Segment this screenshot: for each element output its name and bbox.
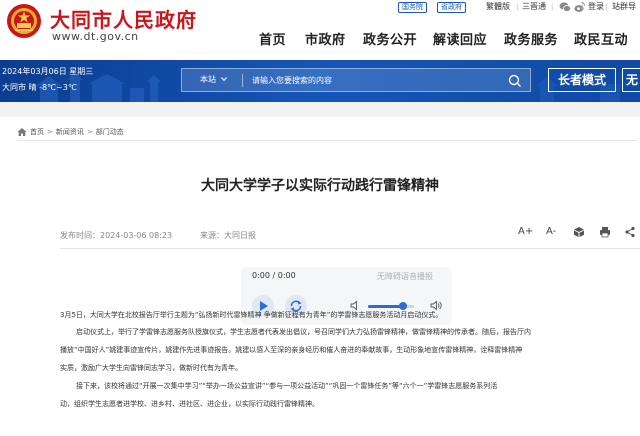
search-divider bbox=[242, 74, 243, 87]
wechat-icon[interactable] bbox=[559, 1, 571, 13]
search-input[interactable] bbox=[252, 72, 492, 88]
separator: | bbox=[551, 3, 554, 11]
national-emblem-icon bbox=[7, 4, 41, 38]
breadcrumb-separator: > bbox=[47, 128, 53, 136]
nav-home[interactable]: 首页 bbox=[259, 29, 286, 48]
search-scope-select[interactable]: 本站 bbox=[200, 74, 216, 85]
nav-city-gov[interactable]: 市政府 bbox=[305, 29, 346, 48]
state-council-link[interactable]: 国务院 bbox=[398, 2, 427, 13]
top-banner: 2024年03月06日 星期三 大同市 晴 -8℃~3℃ 本站 长者模式 无 bbox=[0, 60, 640, 102]
share-icon[interactable] bbox=[573, 226, 585, 238]
separator: | bbox=[581, 3, 584, 11]
player-label: 无障碍语音播报 bbox=[377, 272, 433, 281]
article-paragraph: 动，组织学生志愿者进学校、进乡村、进社区、进企业，以实际行动践行雷锋精神。 bbox=[60, 400, 319, 408]
nav-gov-affairs-open[interactable]: 政务公开 bbox=[363, 29, 417, 48]
elder-mode-button[interactable]: 长者模式 bbox=[548, 68, 616, 92]
article-paragraph: 实质，激励广大学生向雷锋同志学习，做新时代有为青年。 bbox=[60, 364, 242, 372]
site-url[interactable]: www.dt.gov.cn bbox=[52, 30, 139, 43]
current-date: 2024年03月06日 星期三 bbox=[2, 67, 94, 76]
article-paragraph: 播放“中国好人”姚建事迹宣传片，姚建作先进事迹报告。姚建以感人至深的亲身经历和催… bbox=[60, 346, 523, 354]
traditional-chinese-link[interactable]: 繁體版 bbox=[486, 1, 510, 13]
separator: | bbox=[516, 3, 519, 11]
publish-time: 发布时间：2024-03-06 08:23 bbox=[60, 231, 173, 240]
breadcrumb-dept-news[interactable]: 部门动态 bbox=[96, 127, 124, 137]
chevron-down-icon[interactable] bbox=[220, 75, 228, 83]
site-name[interactable]: 大同市人民政府 bbox=[50, 4, 197, 33]
home-icon bbox=[17, 128, 27, 136]
print-icon[interactable] bbox=[599, 226, 611, 238]
nav-interpretation[interactable]: 解读回应 bbox=[433, 29, 487, 48]
article-card: 首页 > 新闻资讯 > 部门动态 大同大学学子以实际行动践行雷锋精神 发布时间：… bbox=[0, 117, 640, 436]
nav-gov-services[interactable]: 政务服务 bbox=[504, 29, 558, 48]
nav-interaction[interactable]: 政民互动 bbox=[574, 29, 628, 48]
site-group-link[interactable]: 站群导 bbox=[612, 1, 636, 13]
article-paragraph: 启动仪式上，举行了学雷锋志愿服务队授旗仪式，学生志愿者代表发出倡议，号召同学们大… bbox=[76, 328, 531, 336]
font-increase-icon[interactable]: A+ bbox=[518, 225, 533, 239]
separator: | bbox=[605, 3, 608, 11]
more-icon[interactable] bbox=[624, 226, 636, 238]
breadcrumb-news[interactable]: 新闻资讯 bbox=[56, 127, 84, 137]
breadcrumb-home[interactable]: 首页 bbox=[30, 127, 44, 137]
province-gov-link[interactable]: 省政府 bbox=[437, 2, 466, 13]
search-icon[interactable] bbox=[507, 73, 523, 89]
sanjintong-link[interactable]: 三晋通 bbox=[522, 1, 546, 13]
article-title: 大同大学学子以实际行动践行雷锋精神 bbox=[201, 178, 439, 194]
site-header: 大同市人民政府 www.dt.gov.cn 国务院 省政府 繁體版 | 三晋通 … bbox=[0, 0, 640, 60]
accessibility-button[interactable]: 无 bbox=[622, 68, 640, 92]
article-paragraph: 接下来，该校将通过“开展一次集中学习”“举办一场公益宣讲”“参与一项公益活动”“… bbox=[76, 382, 498, 390]
player-time: 0:00 / 0:00 bbox=[252, 271, 296, 280]
article-source: 来源：大同日报 bbox=[200, 231, 256, 240]
breadcrumb-divider bbox=[17, 140, 637, 141]
search-bar: 本站 bbox=[181, 68, 531, 92]
meta-divider bbox=[60, 248, 640, 249]
font-decrease-icon[interactable]: A- bbox=[546, 225, 556, 239]
breadcrumb-separator: > bbox=[86, 128, 93, 136]
breadcrumb: 首页 > 新闻资讯 > 部门动态 bbox=[17, 127, 124, 137]
login-link[interactable]: 登录 bbox=[588, 1, 604, 13]
article-paragraph: 3月5日，大同大学在北校报告厅举行主题为“弘扬新时代雷锋精神 争做新征程有为青年… bbox=[60, 311, 443, 319]
weather-info: 大同市 晴 -8℃~3℃ bbox=[2, 83, 77, 92]
